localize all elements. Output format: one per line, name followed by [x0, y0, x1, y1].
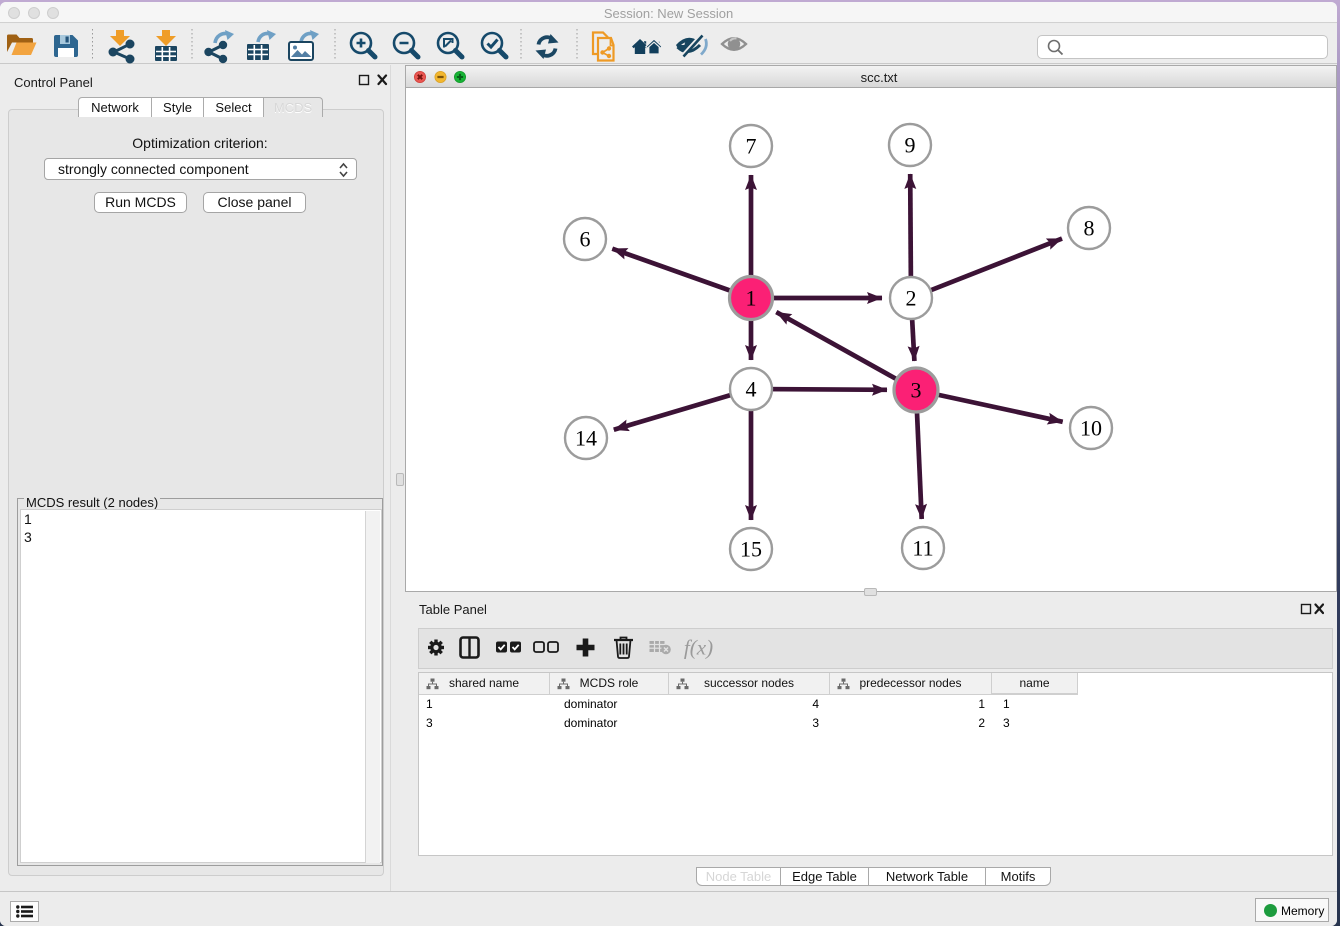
svg-text:1: 1	[746, 286, 757, 311]
svg-text:6: 6	[580, 227, 591, 252]
svg-text:3: 3	[911, 378, 922, 403]
svg-text:7: 7	[746, 134, 757, 159]
svg-text:9: 9	[905, 133, 916, 158]
svg-text:14: 14	[575, 426, 597, 451]
svg-text:8: 8	[1084, 216, 1095, 241]
svg-text:10: 10	[1080, 416, 1102, 441]
svg-text:4: 4	[746, 377, 757, 402]
svg-text:f(x): f(x)	[684, 636, 713, 660]
svg-text:15: 15	[740, 537, 762, 562]
svg-text:2: 2	[906, 286, 917, 311]
svg-text:11: 11	[912, 536, 933, 561]
